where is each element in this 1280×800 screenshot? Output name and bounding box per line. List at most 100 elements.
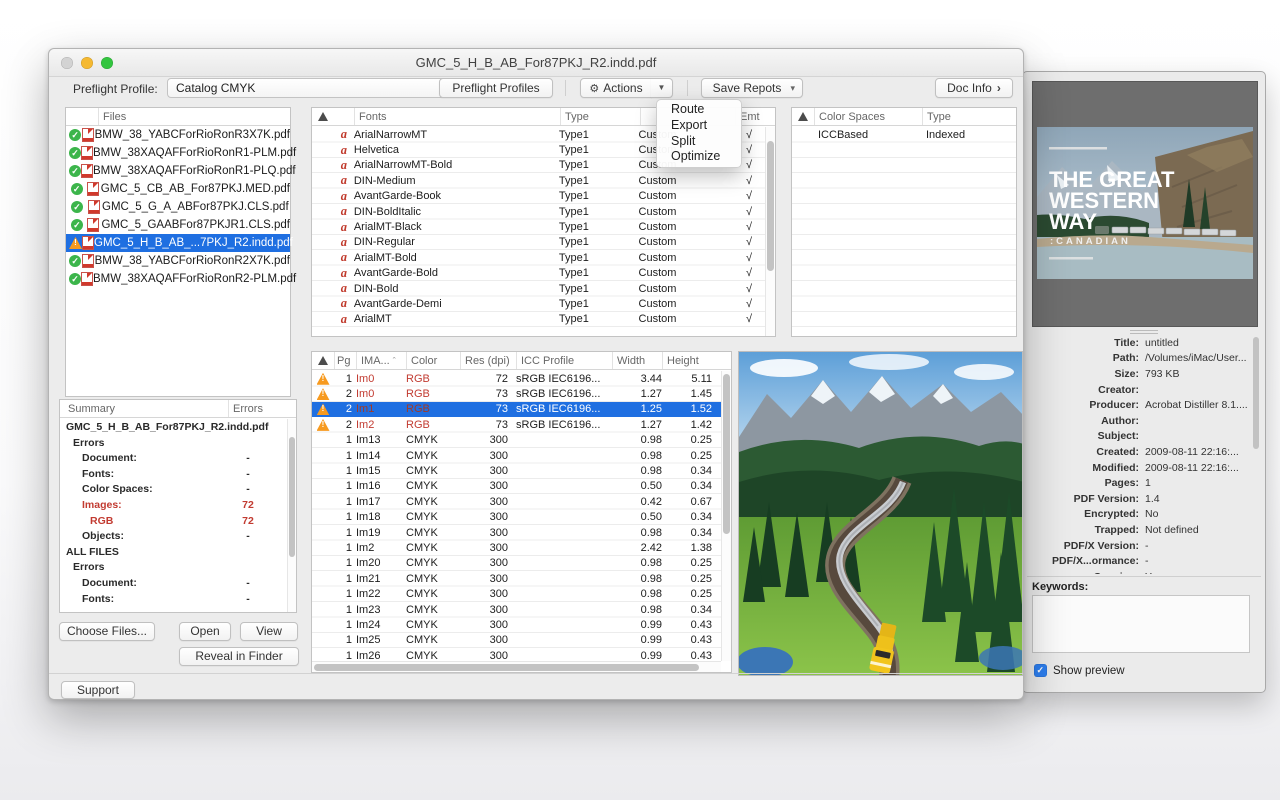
reveal-in-finder-button[interactable]: Reveal in Finder [179,647,299,666]
doc-info-scrollbar[interactable] [1253,337,1260,569]
file-row[interactable]: GMC_5_CB_AB_For87PKJ.MED.pdf [66,180,290,198]
image-row[interactable]: 1 Im18 CMYK 300 0.50 0.34 [312,510,721,525]
icc-column-header[interactable]: ICC Profile [516,352,612,369]
cs-type-column-header[interactable]: Type [922,108,1016,125]
file-row[interactable]: BMW_38XAQAFForRioRonR2-PLM.pdf [66,270,290,288]
font-row[interactable]: a ArialMT-Black Type1 Custom √ [312,219,765,234]
color-spaces-column-header[interactable]: Color Spaces [814,108,922,125]
font-row[interactable]: a DIN-Medium Type1 Custom √ [312,173,765,188]
file-row[interactable]: BMW_38XAQAFForRioRonR1-PLM.pdf [66,144,290,162]
image-row[interactable]: 1 Im25 CMYK 300 0.99 0.43 [312,633,721,648]
font-row[interactable]: a DIN-Bold Type1 Custom √ [312,281,765,296]
image-row[interactable]: 1 Im26 CMYK 300 0.99 0.43 [312,648,721,661]
image-row[interactable]: 2 Im0 RGB 73 sRGB IEC6196... 1.27 1.45 [312,386,721,401]
view-button[interactable]: View [240,622,298,641]
toolbar-separator [565,80,566,96]
image-row[interactable]: 1 Im23 CMYK 300 0.98 0.34 [312,602,721,617]
summary-column-header[interactable]: Summary [60,400,228,417]
drawer-resize-grip[interactable] [1130,330,1158,334]
images-name-column-header[interactable]: IMA...ˆ [356,352,406,369]
errors-column-header[interactable]: Errors [228,400,296,417]
font-row[interactable]: a AvantGarde-Demi Type1 Custom √ [312,296,765,311]
images-vscrollbar[interactable] [721,371,731,661]
fonts-icon-column-header[interactable] [334,108,354,125]
cs-warning-column-header[interactable] [792,108,814,125]
image-row[interactable]: 1 Im19 CMYK 300 0.98 0.34 [312,525,721,540]
font-row[interactable]: a ArialMT-Bold Type1 Custom √ [312,250,765,265]
open-button[interactable]: Open [179,622,231,641]
res-column-header[interactable]: Res (dpi) [460,352,516,369]
font-embedded-check: √ [733,221,765,233]
width-column-header[interactable]: Width [612,352,662,369]
images-hscrollbar[interactable] [312,661,721,672]
save-reports-dropdown[interactable]: Save Repots ▾ [701,78,803,98]
scrollbar-thumb[interactable] [289,437,295,557]
choose-files-button[interactable]: Choose Files... [59,622,155,641]
image-row[interactable]: 2 Im1 RGB 73 sRGB IEC6196... 1.25 1.52 [312,402,721,417]
files-status-column-header[interactable] [66,108,98,125]
minimize-button[interactable] [81,57,93,69]
color-column-header[interactable]: Color [406,352,460,369]
image-row[interactable]: 1 Im17 CMYK 300 0.42 0.67 [312,494,721,509]
font-row[interactable]: a DIN-BoldItalic Type1 Custom √ [312,204,765,219]
file-row[interactable]: GMC_5_G_A_ABFor87PKJ.CLS.pdf [66,198,290,216]
font-row[interactable]: a DIN-Regular Type1 Custom √ [312,235,765,250]
actions-button[interactable]: ⚙Actions [580,78,652,98]
fonts-type-column-header[interactable]: Type [560,108,640,125]
file-row[interactable]: BMW_38_YABCForRioRonR2X7K.pdf [66,252,290,270]
actions-menu-item[interactable]: Export [657,118,741,134]
file-row[interactable]: GMC_5_GAABFor87PKJR1.CLS.pdf [66,216,290,234]
image-row[interactable]: 1 Im21 CMYK 300 0.98 0.25 [312,571,721,586]
fonts-column-header[interactable]: Fonts [354,108,560,125]
pg-column-header[interactable]: Pg [334,352,356,369]
files-column-header[interactable]: Files [98,108,290,125]
height-column-header[interactable]: Height [662,352,731,369]
file-row[interactable]: GMC_5_H_B_AB_...7PKJ_R2.indd.pdf [66,234,290,252]
font-row[interactable]: a AvantGarde-Bold Type1 Custom √ [312,266,765,281]
preflight-profile-select[interactable]: Catalog CMYK ▲ ▼ [167,78,479,98]
titlebar[interactable]: GMC_5_H_B_AB_For87PKJ_R2.indd.pdf [49,49,1023,77]
font-row[interactable]: a ArialMT Type1 Custom √ [312,312,765,327]
fonts-warning-column-header[interactable] [312,108,334,125]
close-button[interactable] [61,57,73,69]
scrollbar-thumb[interactable] [314,664,699,671]
doc-info-value: /Volumes/iMac/User... [1139,352,1247,364]
image-row[interactable]: 1 Im2 CMYK 300 2.42 1.38 [312,540,721,555]
image-row[interactable]: 1 Im14 CMYK 300 0.98 0.25 [312,448,721,463]
image-row[interactable]: 1 Im13 CMYK 300 0.98 0.25 [312,433,721,448]
color-space-row[interactable]: ICCBased Indexed [792,127,1016,142]
doc-info-value: - [1139,540,1149,552]
actions-menu-item[interactable]: Route [657,102,741,118]
doc-info-label: Encrypted: [1029,508,1139,520]
file-status [69,129,81,141]
image-row[interactable]: 2 Im2 RGB 73 sRGB IEC6196... 1.27 1.42 [312,417,721,432]
file-name: GMC_5_H_B_AB_...7PKJ_R2.indd.pdf [94,237,293,249]
keywords-field[interactable] [1032,595,1250,653]
fonts-scrollbar[interactable] [765,127,775,336]
summary-header[interactable]: Summary Errors [60,400,296,418]
font-row[interactable]: a AvantGarde-Book Type1 Custom √ [312,189,765,204]
scrollbar-thumb[interactable] [767,141,774,271]
file-row[interactable]: BMW_38_YABCForRioRonR3X7K.pdf [66,126,290,144]
files-header[interactable]: Files [66,108,290,126]
images-warning-column-header[interactable] [312,352,334,369]
doc-info-button[interactable]: Doc Info› [935,78,1013,98]
scrollbar-thumb[interactable] [723,374,730,534]
show-preview-checkbox[interactable] [1034,664,1047,677]
image-row[interactable]: 1 Im15 CMYK 300 0.98 0.34 [312,463,721,478]
image-row[interactable]: 1 Im22 CMYK 300 0.98 0.25 [312,586,721,601]
zoom-button[interactable] [101,57,113,69]
summary-scrollbar[interactable] [287,419,296,612]
actions-menu-item[interactable]: Split [657,134,741,150]
image-row[interactable]: 1 Im0 RGB 72 sRGB IEC6196... 3.44 5.11 [312,371,721,386]
selected-image-preview [739,352,1023,676]
image-row[interactable]: 1 Im24 CMYK 300 0.99 0.43 [312,617,721,632]
image-row[interactable]: 1 Im16 CMYK 300 0.50 0.34 [312,479,721,494]
actions-dropdown-arrow[interactable]: ▼ [651,78,673,98]
preflight-profiles-button[interactable]: Preflight Profiles [439,78,553,98]
actions-menu-item[interactable]: Optimize [657,149,741,165]
scrollbar-thumb[interactable] [1253,337,1259,449]
image-row[interactable]: 1 Im20 CMYK 300 0.98 0.25 [312,556,721,571]
support-button[interactable]: Support [61,681,135,699]
file-row[interactable]: BMW_38XAQAFForRioRonR1-PLQ.pdf [66,162,290,180]
